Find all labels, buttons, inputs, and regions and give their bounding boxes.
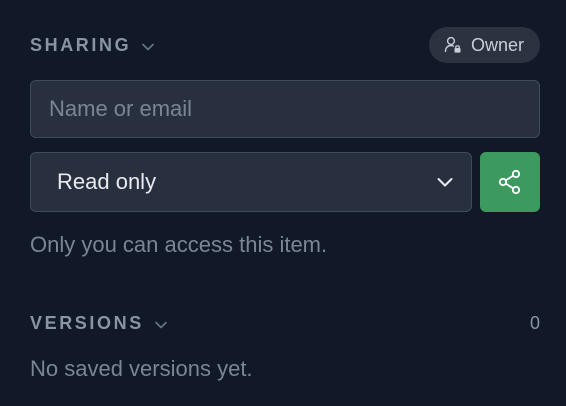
user-lock-icon [443, 35, 463, 55]
sharing-section-toggle[interactable]: SHARING [30, 35, 155, 56]
versions-header: VERSIONS 0 [30, 304, 540, 342]
chevron-down-icon [141, 38, 155, 52]
versions-empty-text: No saved versions yet. [30, 356, 253, 381]
versions-section: VERSIONS 0 No saved versions yet. [30, 304, 540, 382]
name-email-input[interactable] [31, 81, 539, 137]
name-email-field-wrapper [30, 80, 540, 138]
owner-badge: Owner [428, 27, 540, 63]
sharing-header: SHARING Owner [30, 26, 540, 64]
sharing-info-text: Only you can access this item. [30, 232, 328, 257]
versions-count: 0 [529, 312, 540, 333]
chevron-down-icon [435, 172, 455, 192]
share-icon [498, 169, 521, 195]
owner-label: Owner [470, 34, 524, 55]
chevron-down-icon [154, 316, 168, 330]
versions-section-toggle[interactable]: VERSIONS [30, 313, 168, 334]
permission-select[interactable]: Read only [30, 152, 472, 212]
permission-row: Read only [30, 152, 540, 212]
sharing-title: SHARING [30, 34, 132, 55]
versions-title: VERSIONS [30, 312, 144, 333]
permission-selected-value: Read only [57, 169, 157, 194]
share-button[interactable] [480, 152, 540, 212]
sharing-panel: SHARING Owner Read only [30, 26, 540, 382]
